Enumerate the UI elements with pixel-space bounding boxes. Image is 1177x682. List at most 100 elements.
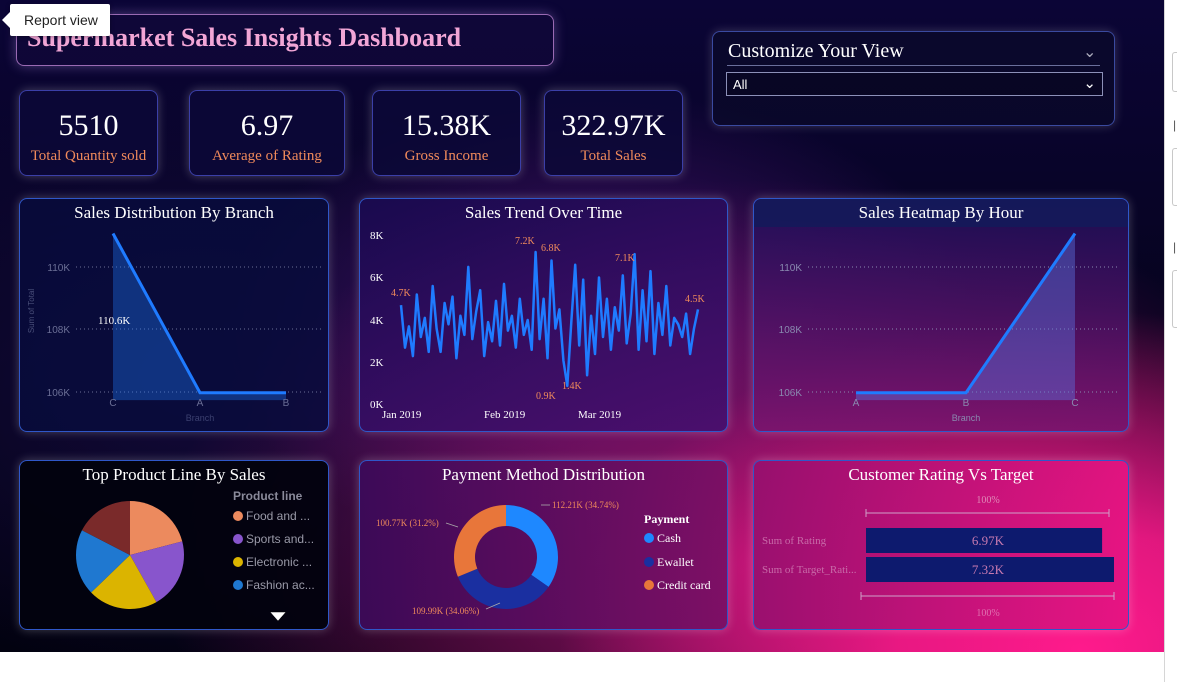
- legend-label: Electronic ...: [246, 555, 313, 569]
- slicer-dropdown[interactable]: All ⌄: [726, 72, 1103, 96]
- legend-dot-icon: [644, 533, 654, 543]
- data-label: 1.4K: [562, 381, 583, 392]
- rating-chart-panel[interactable]: Customer Rating Vs Target 100% Sum of Ra…: [753, 460, 1129, 630]
- legend-item[interactable]: Credit card: [644, 578, 711, 593]
- branch-chart-svg: Sum of Total 110K 108K 106K 110.6K C A B…: [27, 232, 322, 423]
- legend-dot-icon: [233, 580, 243, 590]
- payment-chart-panel[interactable]: Payment Method Distribution 112.21K (34.…: [359, 460, 728, 630]
- report-view-tooltip: Report view: [2, 4, 110, 36]
- pane-marker: |: [1173, 118, 1177, 132]
- x-tick: A: [853, 398, 860, 409]
- data-label: 100.77K (31.2%): [376, 518, 439, 528]
- data-label: 7.2K: [515, 236, 536, 247]
- leader-line: [445, 522, 459, 528]
- slicer-title: Customize Your View: [728, 40, 904, 62]
- pane-control[interactable]: [1172, 148, 1177, 206]
- data-label: 110.6K: [98, 315, 130, 327]
- x-tick: C: [1071, 398, 1078, 409]
- heatmap-chart-panel[interactable]: Sales Heatmap By Hour 110K 108K 106K A B…: [753, 198, 1129, 432]
- x-tick: A: [197, 398, 204, 409]
- kpi-value: 15.38K: [401, 109, 492, 142]
- x-tick: C: [109, 398, 116, 409]
- y-tick: 110K: [779, 263, 802, 274]
- legend-item[interactable]: Ewallet: [644, 555, 694, 570]
- kpi-label: Average of Rating: [212, 148, 322, 164]
- donut-slice[interactable]: [454, 505, 506, 577]
- bar-value-label: 7.32K: [972, 562, 1005, 577]
- legend-title: Payment: [644, 512, 690, 526]
- y-tick: 106K: [779, 388, 803, 399]
- area-fill: [856, 233, 1075, 401]
- kpi-card-total-sales: 322.97K Total Sales: [544, 90, 683, 176]
- slicer-divider: [727, 65, 1100, 66]
- slicer-collapse-chevron-icon[interactable]: ⌄: [1083, 42, 1096, 61]
- legend-dot-icon: [644, 557, 654, 567]
- area-fill: [113, 233, 286, 401]
- y-tick: 4K: [370, 315, 384, 327]
- branch-chart-panel[interactable]: Sales Distribution By Branch Sum of Tota…: [19, 198, 329, 432]
- kpi-label: Total Quantity sold: [30, 148, 147, 164]
- chevron-down-icon[interactable]: ⌄: [1083, 74, 1096, 92]
- kpi-label: Gross Income: [404, 148, 489, 164]
- pct-label-top: 100%: [976, 495, 999, 506]
- slicer-selected-value: All: [733, 77, 748, 92]
- trend-chart-svg: 8K 6K 4K 2K 0K 7.2K 6.8K 7.1K 4.7K 4.5K …: [370, 230, 706, 421]
- bar-category-label: Sum of Rating: [762, 535, 827, 547]
- y-tick: 2K: [370, 357, 384, 369]
- donut-slice[interactable]: [506, 505, 558, 587]
- x-tick: B: [283, 398, 290, 409]
- rating-bar-svg: 100% Sum of Rating Sum of Target_Rati...…: [762, 495, 1115, 619]
- legend-item[interactable]: Fashion ac...: [233, 578, 315, 592]
- payment-donut-svg: 112.21K (34.74%) 100.77K (31.2%) 109.99K…: [376, 500, 619, 616]
- legend-item[interactable]: Cash: [644, 531, 681, 546]
- kpi-card-quantity: 5510 Total Quantity sold: [19, 90, 158, 176]
- legend-item[interactable]: Sports and...: [233, 532, 314, 546]
- heatmap-chart-svg: 110K 108K 106K A B C Branch: [779, 232, 1120, 423]
- trend-chart-panel[interactable]: Sales Trend Over Time 8K 6K 4K 2K 0K 7.2…: [359, 198, 728, 432]
- x-axis-label: Branch: [186, 413, 215, 423]
- series-line[interactable]: [399, 250, 700, 388]
- product-chart-panel[interactable]: Top Product Line By Sales Product line F…: [19, 460, 329, 630]
- kpi-value: 6.97: [240, 109, 294, 142]
- legend-dot-icon: [644, 580, 654, 590]
- legend-label: Food and ...: [246, 509, 311, 523]
- data-label: 112.21K (34.74%): [552, 500, 619, 510]
- pct-label-bottom: 100%: [976, 608, 999, 619]
- legend-label: Ewallet: [657, 555, 694, 569]
- data-label: 7.1K: [615, 253, 636, 264]
- y-tick: 8K: [370, 230, 384, 242]
- bar-category-label: Sum of Target_Rati...: [762, 564, 857, 576]
- side-pane-edge: [1164, 0, 1177, 682]
- pane-control[interactable]: [1172, 52, 1177, 92]
- legend-title: Product line: [233, 489, 303, 503]
- kpi-card-gross-income: 15.38K Gross Income: [372, 90, 521, 176]
- legend-dot-icon: [233, 511, 243, 521]
- y-tick: 106K: [47, 388, 71, 399]
- product-pie-svg: [76, 501, 287, 622]
- x-tick: B: [963, 398, 970, 409]
- scroll-down-icon[interactable]: [269, 611, 287, 622]
- data-label: 4.7K: [391, 288, 412, 299]
- legend-dot-icon: [233, 557, 243, 567]
- kpi-label: Total Sales: [580, 148, 647, 164]
- data-label: 6.8K: [541, 243, 562, 254]
- kpi-value: 322.97K: [561, 109, 666, 142]
- y-tick: 108K: [47, 325, 71, 336]
- y-axis-label: Sum of Total: [27, 289, 36, 334]
- pie-slices[interactable]: [76, 501, 185, 609]
- y-tick: 108K: [779, 325, 803, 336]
- legend-item[interactable]: Food and ...: [233, 509, 310, 523]
- legend-label: Cash: [657, 531, 681, 545]
- legend-item[interactable]: Electronic ...: [233, 555, 312, 569]
- y-tick: 6K: [370, 272, 384, 284]
- pane-control[interactable]: [1172, 270, 1177, 328]
- x-tick: Jan 2019: [382, 409, 422, 421]
- data-label: 109.99K (34.06%): [412, 606, 479, 616]
- dashboard-canvas: Supermarket Sales Insights Dashboard Cus…: [0, 0, 1164, 652]
- branch-gridlines: [76, 266, 322, 393]
- legend-label: Sports and...: [246, 532, 315, 546]
- kpi-card-rating: 6.97 Average of Rating: [189, 90, 345, 176]
- donut-slices[interactable]: [454, 505, 558, 609]
- customize-view-slicer[interactable]: Customize Your View ⌄ All ⌄: [712, 31, 1115, 126]
- kpi-value: 5510: [58, 109, 119, 142]
